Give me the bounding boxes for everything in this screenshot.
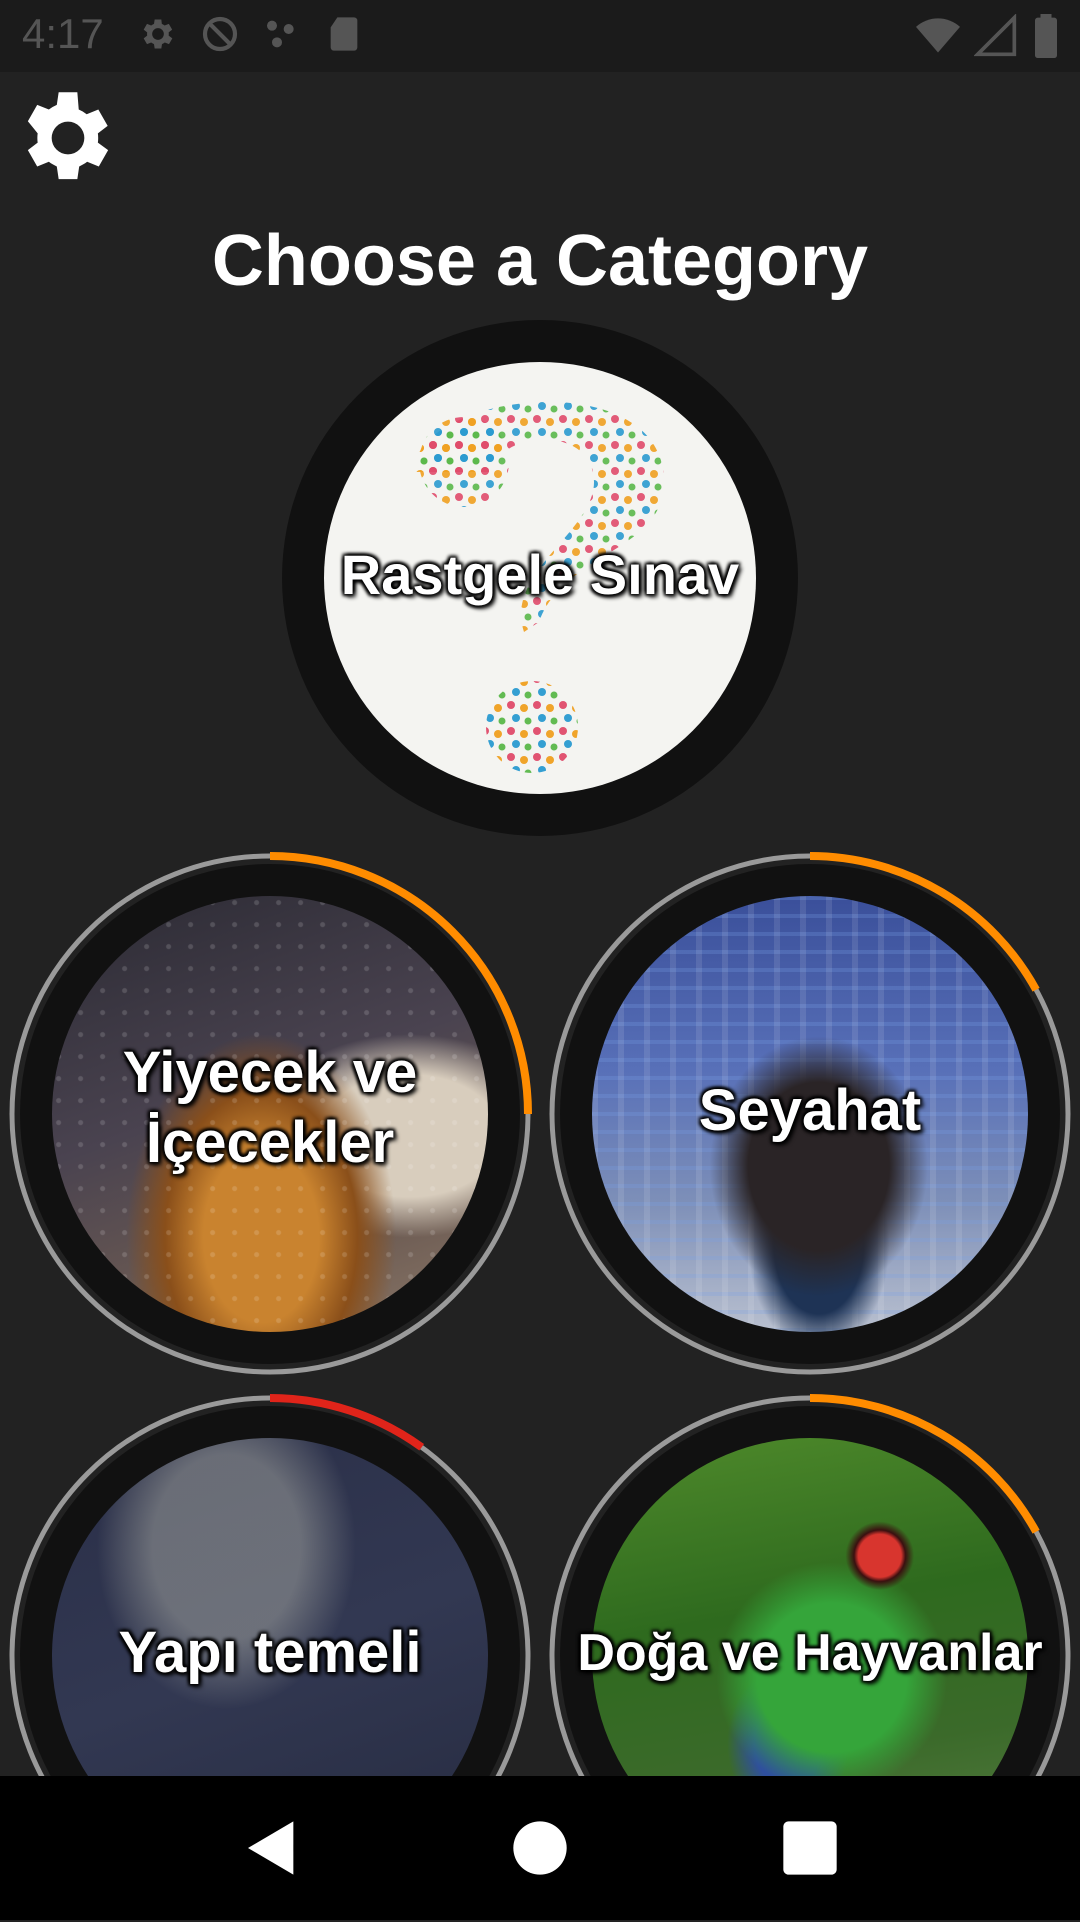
category-food-label-line1: Yiyecek ve: [122, 1040, 418, 1105]
category-grammar-label: Yapı temeli: [118, 1620, 422, 1685]
page-title: Choose a Category: [211, 221, 869, 301]
recents-button[interactable]: [778, 1816, 842, 1880]
signal-icon: [974, 14, 1017, 57]
gear-icon: [27, 92, 109, 180]
category-nature-label: Doğa ve Hayvanlar: [577, 1624, 1043, 1682]
back-icon: [248, 1821, 294, 1875]
dots-icon: [267, 20, 294, 48]
status-icons-left: [138, 14, 364, 54]
settings-button[interactable]: [12, 82, 124, 194]
category-food-drinks[interactable]: Yiyecek ve İçecekler: [4, 848, 536, 1380]
status-time: 4:17: [22, 10, 104, 57]
status-bar: 4:17: [0, 0, 1080, 72]
category-travel-label: Seyahat: [698, 1078, 922, 1143]
battery-icon: [1035, 14, 1057, 58]
navigation-bar: [0, 1776, 1080, 1920]
category-random-label: Rastgele Sınav: [340, 543, 740, 606]
sd-card-icon: [330, 17, 358, 51]
status-icons-right: [916, 14, 1060, 58]
no-sync-icon: [202, 16, 238, 52]
category-random-quiz[interactable]: Rastgele Sınav: [282, 320, 798, 836]
home-icon: [513, 1821, 567, 1875]
home-button[interactable]: [508, 1816, 572, 1880]
recents-icon: [783, 1821, 837, 1875]
gear-icon: [143, 19, 173, 49]
wifi-icon: [916, 18, 960, 53]
category-food-label-line2: İçecekler: [145, 1110, 395, 1175]
back-button[interactable]: [240, 1816, 304, 1880]
category-travel[interactable]: Seyahat: [544, 848, 1076, 1380]
